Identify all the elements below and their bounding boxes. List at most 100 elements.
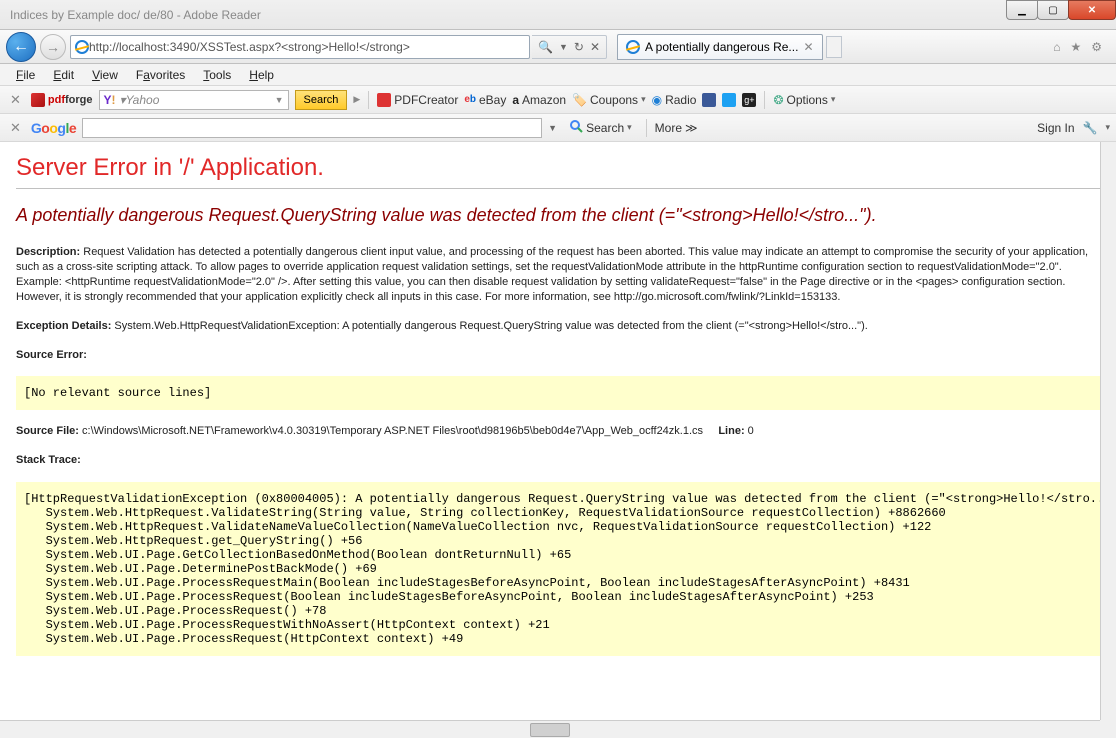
- vertical-scrollbar[interactable]: [1100, 142, 1116, 720]
- url-input[interactable]: [89, 40, 525, 54]
- favorites-icon[interactable]: ★: [1070, 40, 1081, 54]
- tab-close-icon[interactable]: ✕: [803, 40, 813, 54]
- line-label: Line:: [718, 425, 744, 437]
- radio-icon: ◉: [652, 93, 662, 107]
- description-label: Description:: [16, 246, 80, 258]
- options-icon: ❂: [773, 93, 783, 107]
- pdfforge-logo[interactable]: pdfforge: [31, 93, 93, 107]
- ebay-label: eBay: [479, 93, 506, 107]
- toolbar-google: ✕ Google ▼ Search ▾ More ≫ Sign In 🔧 ▾: [0, 114, 1116, 142]
- window-titlebar: Indices by Example doc/ de/80 - Adobe Re…: [0, 0, 1116, 30]
- ie-icon: [75, 40, 89, 54]
- horizontal-scrollbar[interactable]: [0, 720, 1100, 738]
- close-button[interactable]: ✕: [1068, 0, 1116, 20]
- pdfforge-icon: [31, 93, 45, 107]
- navbar-right: ⌂ ★ ⚙: [1053, 40, 1110, 54]
- yahoo-placeholder: Yahoo: [126, 93, 160, 107]
- exception-label: Exception Details:: [16, 320, 111, 332]
- new-tab-button[interactable]: [826, 36, 842, 58]
- ebay-icon: eb: [464, 94, 476, 105]
- browser-navbar: ← → 🔍 ▼ ↻ ✕ A potentially dangerous Re..…: [0, 30, 1116, 64]
- toolbar2-close-icon[interactable]: ✕: [6, 120, 25, 136]
- menu-edit[interactable]: Edit: [45, 66, 82, 84]
- coupons-button[interactable]: 🏷️ Coupons ▾: [572, 93, 646, 107]
- scroll-corner: [1100, 720, 1116, 738]
- yahoo-icon: Y!: [104, 93, 116, 107]
- error-subheading: A potentially dangerous Request.QueryStr…: [16, 203, 1100, 227]
- radio-button[interactable]: ◉ Radio: [652, 93, 697, 107]
- google-search-button[interactable]: Search ▾: [563, 119, 638, 136]
- wrench-dropdown-icon[interactable]: ▾: [1105, 122, 1110, 133]
- google-search-icon: [569, 119, 583, 136]
- source-error-label: Source Error:: [16, 349, 87, 361]
- coupons-label: Coupons: [590, 93, 638, 107]
- window-title: Indices by Example doc/ de/80 - Adobe Re…: [4, 8, 1112, 22]
- signin-button[interactable]: Sign In: [1037, 121, 1074, 135]
- yahoo-search-button[interactable]: Search: [295, 90, 348, 110]
- coupons-icon: 🏷️: [572, 93, 587, 107]
- scrollbar-thumb[interactable]: [530, 723, 570, 737]
- google-input-dropdown-icon[interactable]: ▼: [548, 123, 557, 133]
- menu-view[interactable]: View: [84, 66, 126, 84]
- error-heading: Server Error in '/' Application.: [16, 154, 1100, 182]
- google-logo[interactable]: Google: [31, 120, 76, 136]
- pdfcreator-label: PDFCreator: [394, 93, 458, 107]
- pdfcreator-button[interactable]: PDFCreator: [377, 93, 458, 107]
- exception-text: System.Web.HttpRequestValidationExceptio…: [114, 320, 867, 332]
- dropdown-icon[interactable]: ▼: [559, 42, 568, 52]
- ebay-button[interactable]: eb eBay: [464, 93, 506, 107]
- toolbar-pdfforge: ✕ pdfforge Y! ▾ Yahoo ▼ Search ▶ PDFCrea…: [0, 86, 1116, 114]
- refresh-icon[interactable]: ↻: [574, 40, 584, 54]
- facebook-icon[interactable]: [702, 93, 716, 107]
- google-more-button[interactable]: More ≫: [655, 121, 698, 135]
- separator: [646, 119, 647, 137]
- address-bar[interactable]: [70, 35, 530, 59]
- wrench-icon[interactable]: 🔧: [1083, 121, 1098, 135]
- google-search-label: Search: [586, 121, 624, 135]
- stop-icon[interactable]: ✕: [590, 40, 600, 54]
- page-content: Server Error in '/' Application. A poten…: [0, 142, 1116, 720]
- amazon-icon: a: [512, 93, 519, 107]
- menu-help[interactable]: Help: [241, 66, 282, 84]
- menu-file[interactable]: File: [8, 66, 43, 84]
- minimize-button[interactable]: ▁: [1006, 0, 1038, 20]
- options-button[interactable]: ❂ Options ▾: [773, 93, 835, 107]
- back-button[interactable]: ←: [6, 32, 36, 62]
- exception-block: Exception Details: System.Web.HttpReques…: [16, 319, 1100, 334]
- yahoo-search-box[interactable]: Y! ▾ Yahoo ▼: [99, 90, 289, 110]
- separator: [368, 91, 369, 109]
- search-dropdown-icon[interactable]: ▶: [353, 94, 360, 105]
- window-controls: ▁ ▢ ✕: [1007, 0, 1116, 20]
- divider: [16, 188, 1100, 189]
- google-more-label: More: [655, 121, 682, 135]
- stack-trace-code: [HttpRequestValidationException (0x80004…: [16, 482, 1100, 656]
- amazon-button[interactable]: a Amazon: [512, 93, 566, 107]
- menu-bar: File Edit View Favorites Tools Help: [0, 64, 1116, 86]
- browser-tab[interactable]: A potentially dangerous Re... ✕: [617, 34, 823, 60]
- amazon-label: Amazon: [522, 93, 566, 107]
- settings-icon[interactable]: ⚙: [1091, 40, 1102, 54]
- tab-title: A potentially dangerous Re...: [645, 40, 798, 54]
- source-file-block: Source File: c:\Windows\Microsoft.NET\Fr…: [16, 424, 1100, 439]
- search-icon[interactable]: 🔍: [538, 40, 553, 54]
- toolbar1-close-icon[interactable]: ✕: [6, 92, 25, 108]
- googleplus-icon[interactable]: g+: [742, 93, 756, 107]
- forward-button[interactable]: →: [40, 34, 66, 60]
- home-icon[interactable]: ⌂: [1053, 40, 1060, 54]
- google-search-input[interactable]: [82, 118, 542, 138]
- source-file-label: Source File:: [16, 425, 79, 437]
- source-error-label-block: Source Error:: [16, 348, 1100, 363]
- source-error-code: [No relevant source lines]: [16, 376, 1100, 410]
- source-file-text: c:\Windows\Microsoft.NET\Framework\v4.0.…: [82, 425, 703, 437]
- description-block: Description: Request Validation has dete…: [16, 245, 1100, 304]
- maximize-button[interactable]: ▢: [1037, 0, 1069, 20]
- pdfcreator-icon: [377, 93, 391, 107]
- options-label: Options: [787, 93, 828, 107]
- radio-label: Radio: [665, 93, 696, 107]
- stack-trace-label-block: Stack Trace:: [16, 453, 1100, 468]
- menu-favorites[interactable]: Favorites: [128, 66, 193, 84]
- menu-tools[interactable]: Tools: [195, 66, 239, 84]
- address-tools: 🔍 ▼ ↻ ✕: [532, 35, 607, 59]
- description-text: Request Validation has detected a potent…: [16, 246, 1088, 303]
- twitter-icon[interactable]: [722, 93, 736, 107]
